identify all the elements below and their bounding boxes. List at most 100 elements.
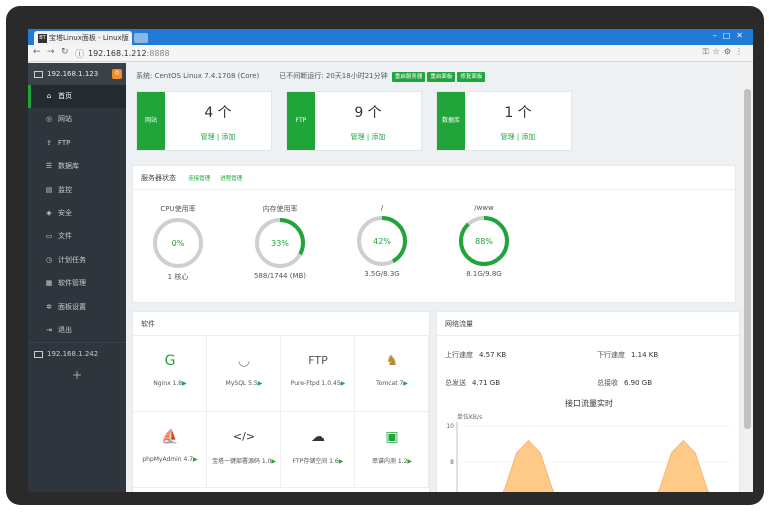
upload-speed-value: 4.57 KB: [479, 351, 507, 359]
chart-title: 接口流量实时: [565, 399, 613, 408]
play-icon[interactable]: ▶: [403, 380, 408, 387]
sidebar-item[interactable]: ▭ 文件: [28, 225, 126, 248]
url-host: 192.168.1.212: [88, 49, 147, 58]
usage-gauge[interactable]: 内存使用率 33% 588/1744 (MB): [245, 204, 315, 280]
usage-gauge[interactable]: CPU使用率 0% 1 核心: [143, 204, 213, 282]
minimize-icon[interactable]: –: [713, 31, 723, 40]
tomcat-icon: ♞: [385, 353, 399, 369]
repair-panel-button[interactable]: 修复面板: [457, 72, 486, 82]
software-item[interactable]: </> 宝塔一键部署源码 1.0▶: [207, 412, 281, 488]
restart-panel-button[interactable]: 重启面板: [427, 72, 456, 82]
total-received-label: 总接收: [597, 379, 618, 387]
server-selector[interactable]: 192.168.1.123 0: [28, 63, 126, 85]
url-field[interactable]: 192.168.1.212:8888: [88, 47, 170, 60]
download-speed-label: 下行速度: [597, 351, 625, 359]
tab-title: 宝塔Linux面板 - Linux版: [49, 34, 129, 42]
window-controls[interactable]: –□✕: [713, 31, 749, 40]
info-icon[interactable]: ⓘ: [75, 47, 84, 60]
monitor-icon: ▤: [45, 185, 53, 194]
total-received: 总接收 6.90 GB: [597, 378, 652, 388]
sidebar-item[interactable]: ✲ 面板设置: [28, 296, 126, 319]
add-link[interactable]: 添加: [221, 133, 235, 141]
close-icon[interactable]: ✕: [736, 31, 749, 40]
reload-icon[interactable]: ↻: [61, 47, 69, 57]
scrollbar-thumb[interactable]: [744, 89, 751, 429]
sidebar-item-label: 计划任务: [58, 255, 86, 264]
sidebar-item-label: FTP: [58, 138, 71, 147]
server-selector-secondary[interactable]: 192.168.1.242: [28, 342, 126, 364]
sidebar-item[interactable]: ◎ 网站: [28, 108, 126, 131]
gauge-label: /www: [474, 204, 494, 212]
server-status-title: 服务器状态: [141, 174, 176, 182]
phpmyadmin-icon: ⛵: [161, 429, 179, 445]
software-item[interactable]: FTP Pure-Ftpd 1.0.45▶: [281, 336, 355, 412]
menu-icon[interactable]: ⋮: [735, 47, 747, 56]
browser-tools[interactable]: ⚿☆⚙⋮: [703, 47, 747, 57]
browser-tab[interactable]: BT 宝塔Linux面板 - Linux版: [34, 31, 132, 45]
sidebar-item-label: 网站: [58, 115, 72, 124]
software-item[interactable]: G Nginx 1.8▶: [133, 336, 207, 412]
traffic-chart: 1086: [446, 422, 731, 492]
clock-icon: ◷: [45, 255, 53, 264]
sidebar-item-label: 首页: [58, 92, 72, 100]
add-link[interactable]: 添加: [371, 133, 385, 141]
software-item[interactable]: ▣ 串谱内测 1.2▶: [355, 412, 429, 488]
sidebar-item[interactable]: ☰ 数据库: [28, 155, 126, 178]
sidebar-item[interactable]: ⌂ 首页: [28, 85, 126, 109]
connection-manage-link[interactable]: 连接管理: [188, 176, 210, 182]
software-item[interactable]: ☁ FTP存储空间 1.6▶: [281, 412, 355, 488]
sidebar-item[interactable]: ⇥ 退出: [28, 319, 126, 342]
manage-link[interactable]: 管理: [351, 133, 365, 141]
key-icon[interactable]: ⚿: [703, 47, 713, 56]
software-name: 宝塔一键部署源码 1.0: [211, 458, 272, 465]
software-item[interactable]: ⛵ phpMyAdmin 4.7▶: [133, 412, 207, 488]
usage-gauge[interactable]: /www 88% 8.1G/9.8G: [449, 204, 519, 278]
sidebar-item[interactable]: ◷ 计划任务: [28, 249, 126, 272]
software-item[interactable]: ◡ MySQL 5.5▶: [207, 336, 281, 412]
total-received-value: 6.90 GB: [624, 379, 653, 387]
usage-gauge[interactable]: / 42% 3.5G/8.3G: [347, 204, 417, 278]
back-icon[interactable]: ←: [33, 47, 41, 57]
gauge-ring: 0%: [153, 218, 203, 268]
maximize-icon[interactable]: □: [723, 31, 737, 40]
add-server-button[interactable]: +: [28, 368, 126, 382]
stat-card-ftp: FTP 9 个 管理 | 添加: [286, 91, 422, 151]
play-icon[interactable]: ▶: [341, 380, 346, 387]
upload-icon: ⇪: [46, 138, 52, 147]
play-icon[interactable]: ▶: [407, 458, 412, 465]
play-icon[interactable]: ▶: [182, 380, 187, 387]
stat-card-database: 数据库 1 个 管理 | 添加: [436, 91, 572, 151]
extension-icon[interactable]: ⚙: [724, 47, 735, 56]
sidebar-item[interactable]: ▦ 软件管理: [28, 272, 126, 295]
sidebar-item[interactable]: ▤ 监控: [28, 179, 126, 202]
star-icon[interactable]: ☆: [713, 47, 724, 56]
play-icon[interactable]: ▶: [258, 380, 263, 387]
folder-icon: ▭: [45, 232, 53, 241]
sidebar-item[interactable]: ⇪ FTP: [28, 132, 126, 155]
play-icon[interactable]: ▶: [271, 458, 276, 465]
gauge-value: 33%: [271, 239, 289, 248]
new-tab-button[interactable]: [134, 33, 148, 43]
software-name: Pure-Ftpd 1.0.45: [290, 380, 341, 387]
main-content: 系统: CentOS Linux 7.4.1708 (Core) 已不间断运行: …: [126, 63, 742, 492]
software-name: Nginx 1.8: [153, 380, 183, 387]
sidebar-item[interactable]: ◈ 安全: [28, 202, 126, 225]
network-title: 网络流量: [437, 312, 739, 336]
shield-icon: ◈: [46, 208, 52, 217]
gauge-ring: 42%: [357, 216, 407, 266]
manage-link[interactable]: 管理: [201, 133, 215, 141]
device-frame: BT 宝塔Linux面板 - Linux版 –□✕ ← → ↻ ⓘ 192.168…: [6, 6, 764, 505]
forward-icon[interactable]: →: [47, 47, 55, 57]
software-item[interactable]: ♞ Tomcat 7▶: [355, 336, 429, 412]
process-manage-link[interactable]: 进程管理: [220, 176, 242, 182]
page-scrollbar[interactable]: [742, 63, 753, 492]
notification-badge[interactable]: 0: [112, 69, 122, 79]
play-icon[interactable]: ▶: [193, 456, 198, 463]
manage-link[interactable]: 管理: [501, 133, 515, 141]
url-port: :8888: [146, 49, 170, 58]
mysql-icon: ◡: [237, 353, 251, 369]
system-info-bar: 系统: CentOS Linux 7.4.1708 (Core) 已不间断运行: …: [136, 71, 486, 82]
add-link[interactable]: 添加: [521, 133, 535, 141]
restart-server-button[interactable]: 重启服务器: [391, 72, 426, 82]
play-icon[interactable]: ▶: [339, 458, 344, 465]
